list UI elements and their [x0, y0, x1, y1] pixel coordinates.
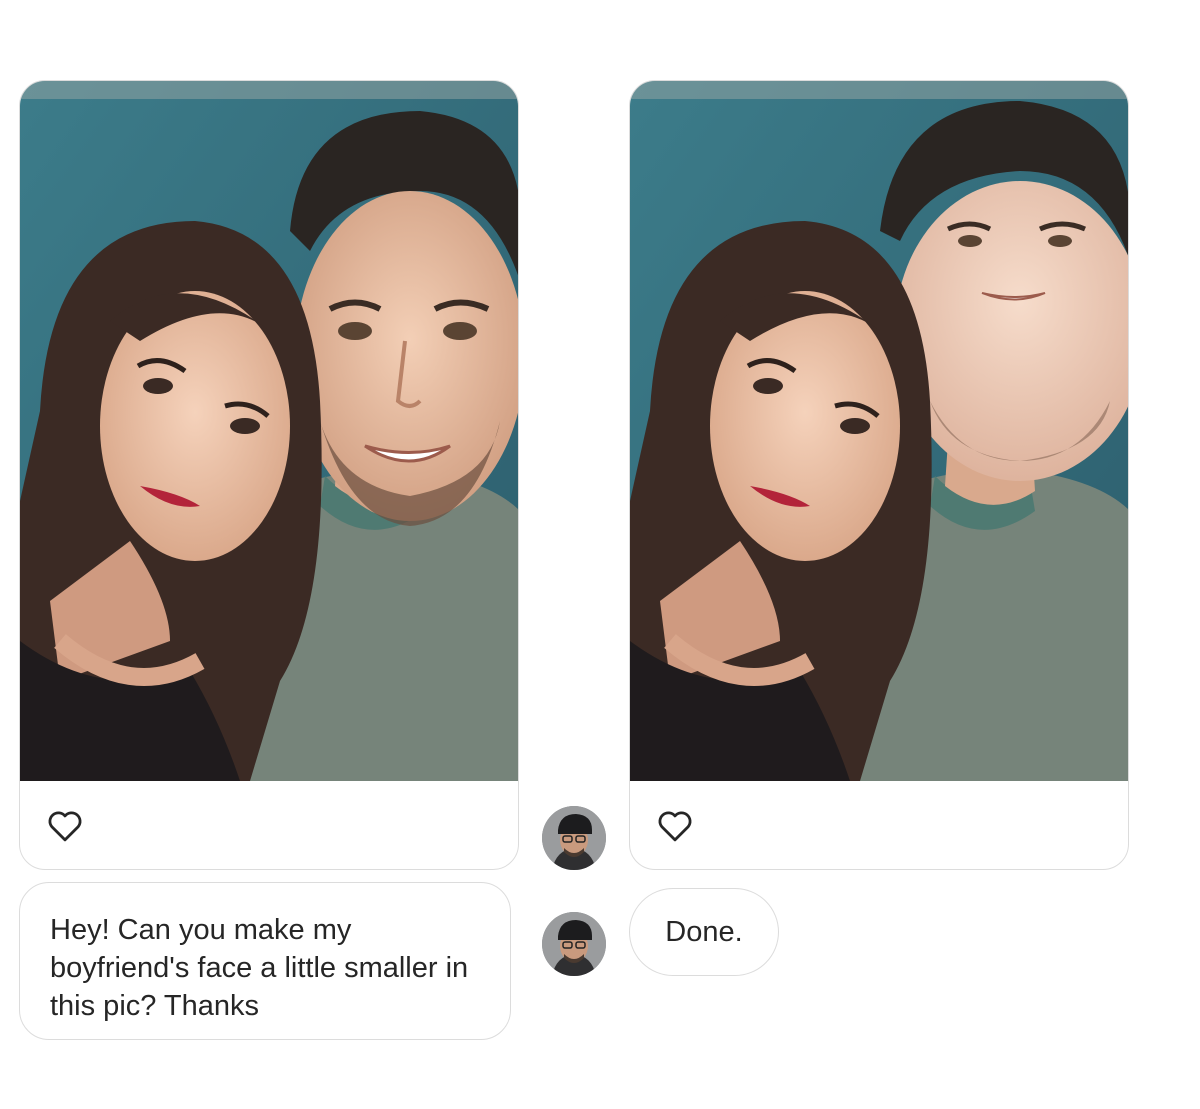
- heart-outline-icon[interactable]: [46, 809, 84, 843]
- user-avatar-icon: [542, 806, 606, 870]
- user-avatar-icon: [542, 912, 606, 976]
- heart-outline-icon[interactable]: [656, 809, 694, 843]
- request-message-bubble[interactable]: Hey! Can you make my boyfriend's face a …: [19, 882, 511, 1040]
- original-photo[interactable]: [20, 81, 518, 781]
- reply-message-bubble[interactable]: Done.: [629, 888, 779, 976]
- avatar[interactable]: [542, 806, 606, 870]
- like-row: [630, 779, 1128, 869]
- request-message-text: Hey! Can you make my boyfriend's face a …: [50, 914, 469, 1022]
- avatar[interactable]: [542, 912, 606, 976]
- reply-message-text: Done.: [665, 915, 743, 948]
- edited-photo[interactable]: [630, 81, 1128, 781]
- like-row: [20, 779, 518, 869]
- edited-photo-message[interactable]: [629, 80, 1129, 870]
- original-photo-message[interactable]: [19, 80, 519, 870]
